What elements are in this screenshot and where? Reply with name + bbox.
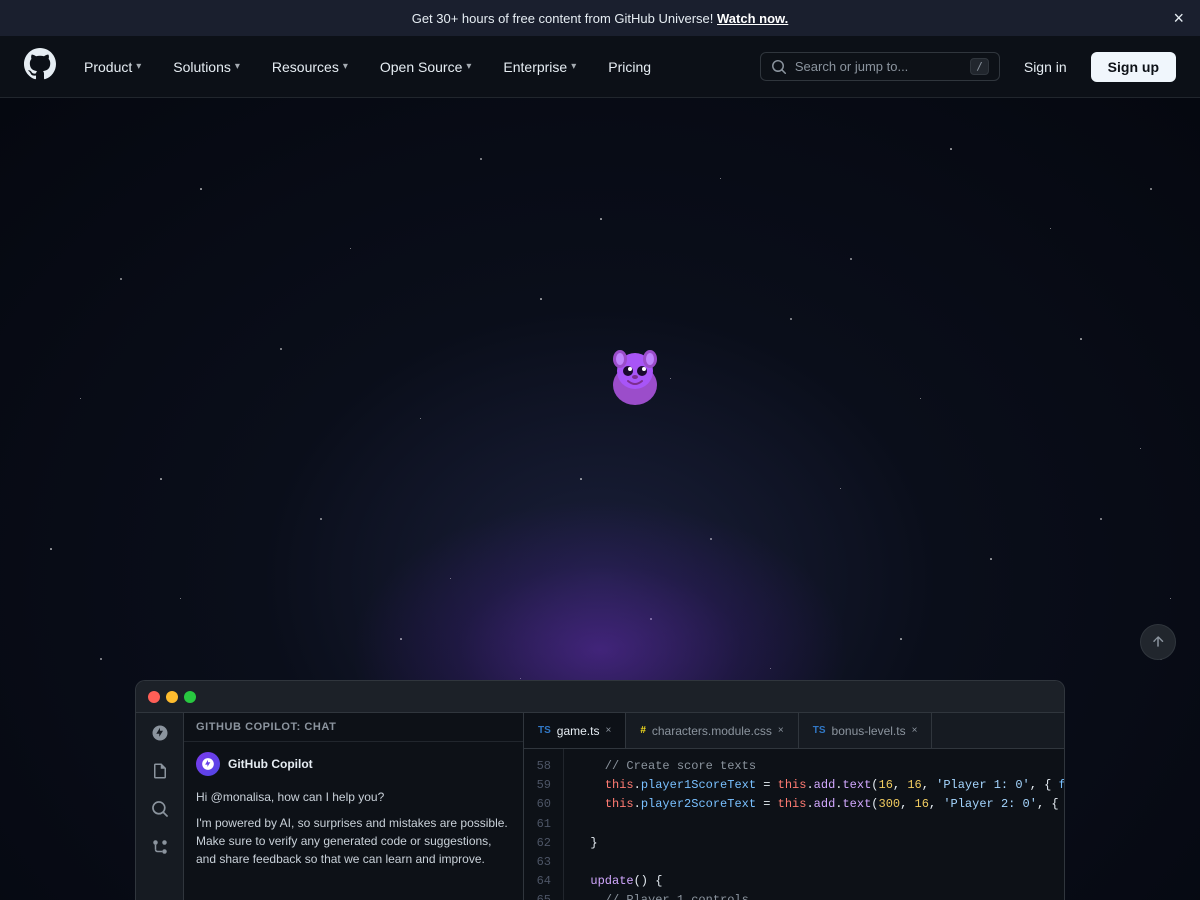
tab-label-bonus-level-ts: bonus-level.ts bbox=[832, 724, 906, 738]
chat-description: I'm powered by AI, so surprises and mist… bbox=[196, 814, 511, 868]
sidebar-icon-search[interactable] bbox=[148, 797, 172, 821]
traffic-light-red bbox=[148, 691, 160, 703]
nav-item-pricing[interactable]: Pricing bbox=[596, 51, 663, 83]
code-line-63 bbox=[576, 853, 1052, 872]
nav-label-resources: Resources bbox=[272, 59, 339, 75]
code-line-61 bbox=[576, 815, 1052, 834]
sign-in-button[interactable]: Sign in bbox=[1008, 53, 1083, 81]
tab-label-characters-css: characters.module.css bbox=[652, 724, 772, 738]
github-logo[interactable] bbox=[24, 48, 56, 85]
chat-panel: GITHUB COPILOT: CHAT GitHub Copilot Hi @… bbox=[184, 713, 524, 900]
banner-message: Get 30+ hours of free content from GitHu… bbox=[412, 11, 714, 26]
scroll-to-top-button[interactable] bbox=[1140, 624, 1176, 660]
chat-sender-row: GitHub Copilot bbox=[196, 752, 511, 776]
tab-close-bonus-level-ts[interactable]: × bbox=[912, 726, 918, 736]
search-placeholder: Search or jump to... bbox=[795, 59, 962, 74]
nav-label-open-source: Open Source bbox=[380, 59, 463, 75]
line-num-65: 65 bbox=[532, 891, 551, 900]
search-keyboard-shortcut: / bbox=[970, 58, 989, 75]
code-panel: TS game.ts × # characters.module.css × T… bbox=[524, 713, 1064, 900]
chevron-down-icon: ▾ bbox=[235, 61, 240, 72]
line-num-58: 58 bbox=[532, 757, 551, 776]
hero-section: GITHUB COPILOT: CHAT GitHub Copilot Hi @… bbox=[0, 98, 1200, 900]
editor-titlebar bbox=[136, 681, 1064, 713]
nav-item-product[interactable]: Product ▾ bbox=[72, 51, 153, 83]
typescript-icon: TS bbox=[538, 725, 551, 736]
code-line-60: this.player2ScoreText = this.add.text(30… bbox=[576, 795, 1052, 814]
tab-close-game-ts[interactable]: × bbox=[605, 726, 611, 736]
line-num-64: 64 bbox=[532, 872, 551, 891]
banner-text: Get 30+ hours of free content from GitHu… bbox=[412, 11, 789, 26]
code-line-64: update() { bbox=[576, 872, 1052, 891]
line-num-62: 62 bbox=[532, 834, 551, 853]
search-icon bbox=[771, 59, 787, 75]
code-text: // Create score texts this.player1ScoreT… bbox=[564, 749, 1064, 900]
tabs-bar: TS game.ts × # characters.module.css × T… bbox=[524, 713, 1064, 749]
line-num-59: 59 bbox=[532, 776, 551, 795]
editor-sidebar bbox=[136, 713, 184, 900]
tab-close-characters-css[interactable]: × bbox=[778, 726, 784, 736]
line-num-60: 60 bbox=[532, 795, 551, 814]
sidebar-icon-copilot[interactable] bbox=[148, 721, 172, 745]
nav-label-enterprise: Enterprise bbox=[503, 59, 567, 75]
nav-item-solutions[interactable]: Solutions ▾ bbox=[161, 51, 252, 83]
sign-up-button[interactable]: Sign up bbox=[1091, 52, 1176, 82]
editor-mockup: GITHUB COPILOT: CHAT GitHub Copilot Hi @… bbox=[135, 680, 1065, 900]
nav-item-resources[interactable]: Resources ▾ bbox=[260, 51, 360, 83]
sidebar-icon-files[interactable] bbox=[148, 759, 172, 783]
tab-game-ts[interactable]: TS game.ts × bbox=[524, 713, 626, 748]
chat-messages: GitHub Copilot Hi @monalisa, how can I h… bbox=[184, 742, 523, 900]
chevron-down-icon: ▾ bbox=[466, 61, 471, 72]
code-content: 58 59 60 61 62 63 64 65 66 67 68 // Crea… bbox=[524, 749, 1064, 900]
tab-bonus-level-ts[interactable]: TS bonus-level.ts × bbox=[799, 713, 933, 748]
line-numbers: 58 59 60 61 62 63 64 65 66 67 68 bbox=[524, 749, 564, 900]
chat-sender-name: GitHub Copilot bbox=[228, 757, 313, 771]
line-num-63: 63 bbox=[532, 853, 551, 872]
chevron-down-icon: ▾ bbox=[136, 61, 141, 72]
traffic-light-yellow bbox=[166, 691, 178, 703]
sidebar-icon-git[interactable] bbox=[148, 835, 172, 859]
mona-character bbox=[600, 343, 670, 413]
typescript-icon-2: TS bbox=[813, 725, 826, 736]
nav-label-product: Product bbox=[84, 59, 132, 75]
code-line-59: this.player1ScoreText = this.add.text(16… bbox=[576, 776, 1052, 795]
tab-label-game-ts: game.ts bbox=[557, 724, 600, 738]
avatar bbox=[196, 752, 220, 776]
code-line-58: // Create score texts bbox=[576, 757, 1052, 776]
banner-close-button[interactable]: × bbox=[1173, 9, 1184, 27]
css-icon: # bbox=[640, 725, 646, 736]
nav-item-open-source[interactable]: Open Source ▾ bbox=[368, 51, 484, 83]
chevron-down-icon: ▾ bbox=[571, 61, 576, 72]
nav-item-enterprise[interactable]: Enterprise ▾ bbox=[491, 51, 588, 83]
nav-label-solutions: Solutions bbox=[173, 59, 231, 75]
chevron-down-icon: ▾ bbox=[343, 61, 348, 72]
chat-header: GITHUB COPILOT: CHAT bbox=[184, 713, 523, 742]
search-bar[interactable]: Search or jump to... / bbox=[760, 52, 1000, 81]
navbar: Product ▾ Solutions ▾ Resources ▾ Open S… bbox=[0, 36, 1200, 98]
announcement-banner: Get 30+ hours of free content from GitHu… bbox=[0, 0, 1200, 36]
traffic-light-green bbox=[184, 691, 196, 703]
code-line-62: } bbox=[576, 834, 1052, 853]
tab-characters-css[interactable]: # characters.module.css × bbox=[626, 713, 798, 748]
nav-label-pricing: Pricing bbox=[608, 59, 651, 75]
editor-body: GITHUB COPILOT: CHAT GitHub Copilot Hi @… bbox=[136, 713, 1064, 900]
chat-greeting: Hi @monalisa, how can I help you? bbox=[196, 788, 511, 806]
banner-link[interactable]: Watch now. bbox=[717, 11, 788, 26]
code-line-65: // Player 1 controls bbox=[576, 891, 1052, 900]
line-num-61: 61 bbox=[532, 815, 551, 834]
